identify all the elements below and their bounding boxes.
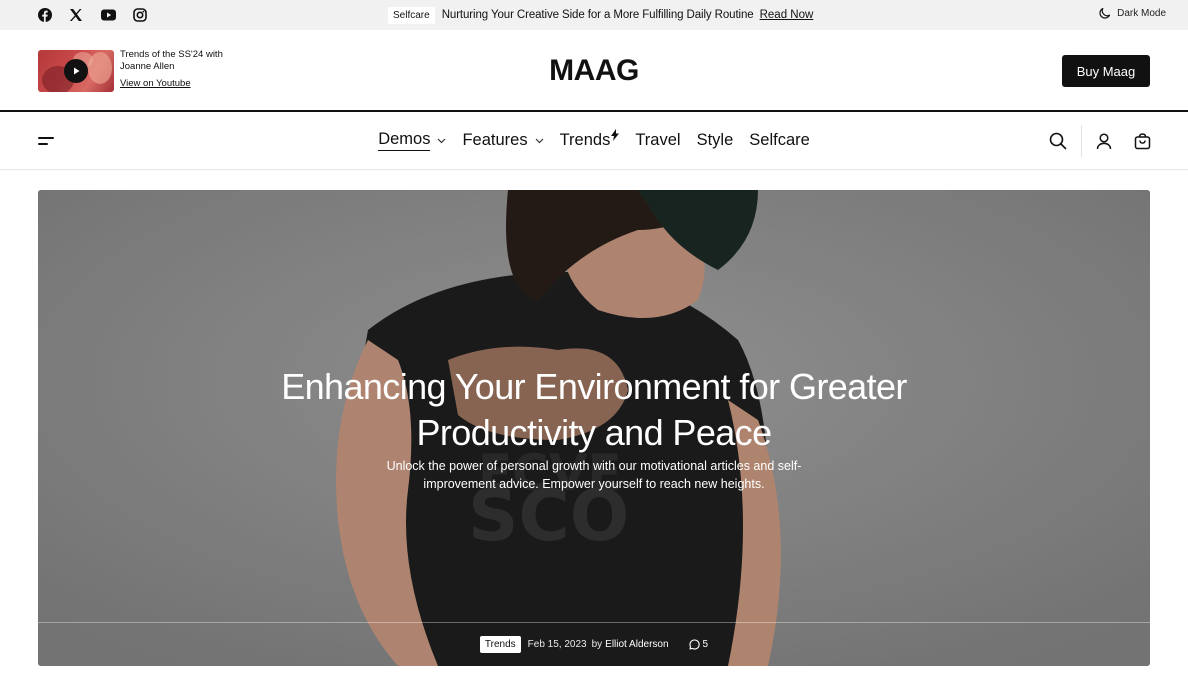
hero-subtitle: Unlock the power of personal growth with… [386, 459, 802, 491]
news-ticker: Selfcare Nurturing Your Creative Side fo… [388, 5, 813, 25]
nav-item-label: Travel [635, 131, 681, 149]
youtube-icon[interactable] [100, 7, 116, 23]
post-date: Feb 15, 2023 [527, 639, 587, 650]
facebook-icon[interactable] [37, 7, 53, 23]
nav-item-label: Selfcare [749, 131, 810, 149]
dark-mode-label: Dark Mode [1117, 8, 1166, 19]
dark-mode-toggle[interactable]: Dark Mode [1098, 7, 1166, 20]
bolt-icon [611, 128, 620, 141]
nav-item-style[interactable]: Style [697, 131, 734, 150]
ticker-headline[interactable]: Nurturing Your Creative Side for a More … [442, 9, 754, 21]
main-navigation: Demos Features Trends Travel Style Selfc… [0, 112, 1188, 170]
nav-item-travel[interactable]: Travel [635, 131, 680, 150]
comments-link[interactable]: 5 [688, 639, 709, 650]
chevron-down-icon [438, 138, 446, 143]
moon-icon [1099, 7, 1111, 19]
post-meta: Trends Feb 15, 2023 by Elliot Alderson 5 [38, 636, 1150, 653]
author-prefix: by [591, 639, 603, 650]
category-badge[interactable]: Trends [479, 636, 521, 653]
author-link[interactable]: Elliot Alderson [605, 639, 668, 650]
instagram-icon[interactable] [132, 7, 148, 23]
nav-item-label: Features [462, 131, 528, 149]
hero-featured-post[interactable]: SCO ECVE Enhancing Your Environment for … [38, 190, 1150, 666]
cart-icon[interactable] [1133, 132, 1151, 150]
user-icon[interactable] [1095, 132, 1113, 150]
x-icon[interactable] [68, 7, 84, 23]
nav-item-selfcare[interactable]: Selfcare [749, 131, 810, 150]
hero-title[interactable]: Enhancing Your Environment for Greater P… [38, 364, 1150, 456]
comment-count: 5 [702, 639, 709, 650]
comment-icon [688, 639, 700, 650]
nav-divider [1081, 125, 1082, 157]
nav-menu: Demos Features Trends Travel Style Selfc… [0, 128, 1188, 151]
nav-item-label: Style [696, 131, 734, 149]
nav-item-demos[interactable]: Demos [378, 130, 446, 151]
site-logo[interactable]: MAAG [0, 54, 1188, 88]
chevron-down-icon [535, 138, 544, 143]
search-icon[interactable] [1049, 132, 1067, 150]
buy-maag-button[interactable]: Buy Maag [1062, 55, 1150, 87]
nav-item-features[interactable]: Features [462, 131, 544, 150]
hero-divider [38, 622, 1150, 623]
ticker-category-badge[interactable]: Selfcare [388, 6, 435, 24]
site-header: Trends of the SS'24 with Joanne Allen Vi… [0, 30, 1188, 112]
ticker-read-now-link[interactable]: Read Now [760, 9, 814, 21]
nav-item-label: Trends [559, 131, 611, 149]
top-bar: Selfcare Nurturing Your Creative Side fo… [0, 0, 1188, 30]
nav-item-trends[interactable]: Trends [559, 128, 620, 150]
nav-item-label: Demos [378, 130, 431, 151]
